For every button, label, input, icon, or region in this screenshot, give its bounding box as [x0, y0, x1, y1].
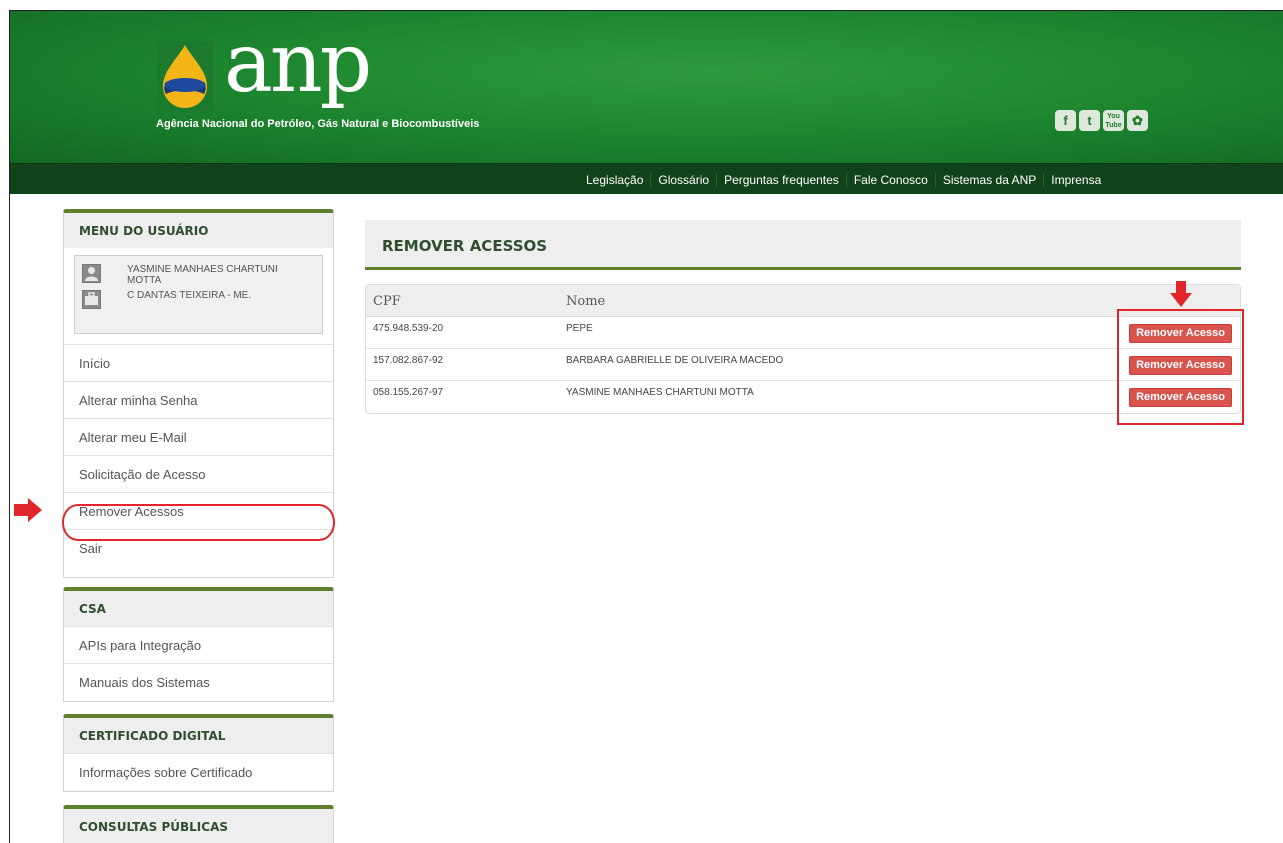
user-icon — [82, 264, 101, 283]
user-name: YASMINE MANHAES CHARTUNI MOTTA — [127, 264, 278, 286]
cell-cpf: 058.155.267-97 — [373, 387, 444, 398]
header-banner: anp Agência Nacional do Petróleo, Gás Na… — [10, 11, 1283, 163]
flickr-icon[interactable]: ✿ — [1127, 110, 1148, 131]
nav-fale-conosco[interactable]: Fale Conosco — [845, 172, 935, 187]
csa-panel: CSA APIs para Integração Manuais dos Sis… — [63, 587, 334, 702]
table-header: CPF Nome — [366, 285, 1240, 317]
nav-glossario[interactable]: Glossário — [650, 172, 716, 187]
agency-name: Agência Nacional do Petróleo, Gás Natura… — [156, 118, 480, 130]
menu-item-alterar-senha[interactable]: Alterar minha Senha — [64, 381, 333, 418]
menu-item-apis-integracao[interactable]: APIs para Integração — [64, 626, 333, 663]
consultas-panel: CONSULTAS PÚBLICAS — [63, 805, 334, 843]
table-row: 058.155.267-97 YASMINE MANHAES CHARTUNI … — [366, 381, 1240, 413]
consultas-title: CONSULTAS PÚBLICAS — [64, 809, 333, 843]
anp-logo-icon[interactable] — [157, 41, 213, 111]
csa-title: CSA — [64, 591, 333, 626]
highlight-oval-annotation — [62, 504, 335, 541]
menu-item-solicitacao-acesso[interactable]: Solicitação de Acesso — [64, 455, 333, 492]
table-row: 475.948.539-20 PEPE Remover Acesso — [366, 317, 1240, 349]
certificado-title: CERTIFICADO DIGITAL — [64, 718, 333, 753]
cell-nome: YASMINE MANHAES CHARTUNI MOTTA — [566, 387, 754, 398]
menu-item-info-certificado[interactable]: Informações sobre Certificado — [64, 753, 333, 790]
table-row: 157.082.867-92 BARBARA GABRIELLE DE OLIV… — [366, 349, 1240, 381]
highlight-box-annotation — [1117, 309, 1244, 425]
arrow-down-icon — [1170, 281, 1192, 307]
nav-perguntas-frequentes[interactable]: Perguntas frequentes — [716, 172, 846, 187]
anp-logo-text: anp — [224, 16, 372, 111]
briefcase-icon — [82, 290, 101, 309]
column-header-nome: Nome — [566, 294, 606, 309]
content-header: REMOVER ACESSOS — [365, 220, 1241, 270]
social-links: f t You Tube ✿ — [1055, 110, 1148, 131]
menu-item-alterar-email[interactable]: Alterar meu E-Mail — [64, 418, 333, 455]
access-table: CPF Nome 475.948.539-20 PEPE Remover Ace… — [365, 284, 1241, 414]
twitter-icon[interactable]: t — [1079, 110, 1100, 131]
arrow-right-icon — [14, 498, 42, 522]
page-title: REMOVER ACESSOS — [382, 237, 548, 255]
user-info-box: YASMINE MANHAES CHARTUNI MOTTA C DANTAS … — [74, 255, 323, 334]
youtube-icon[interactable]: You Tube — [1103, 110, 1124, 131]
company-name: C DANTAS TEIXEIRA - ME. — [127, 290, 252, 301]
menu-item-inicio[interactable]: Início — [64, 344, 333, 381]
cell-cpf: 157.082.867-92 — [373, 355, 444, 366]
cell-nome: BARBARA GABRIELLE DE OLIVEIRA MACEDO — [566, 355, 784, 366]
nav-legislacao[interactable]: Legislação — [586, 173, 650, 187]
cell-cpf: 475.948.539-20 — [373, 323, 444, 334]
user-menu-title: MENU DO USUÁRIO — [64, 213, 333, 248]
menu-item-manuais-sistemas[interactable]: Manuais dos Sistemas — [64, 663, 333, 700]
column-header-cpf: CPF — [373, 294, 401, 309]
cell-nome: PEPE — [566, 323, 593, 334]
nav-sistemas-da-anp[interactable]: Sistemas da ANP — [934, 172, 1043, 187]
top-navigation: Legislação Glossário Perguntas frequente… — [10, 163, 1283, 194]
certificado-panel: CERTIFICADO DIGITAL Informações sobre Ce… — [63, 714, 334, 792]
facebook-icon[interactable]: f — [1055, 110, 1076, 131]
nav-imprensa[interactable]: Imprensa — [1043, 172, 1108, 187]
page: anp Agência Nacional do Petróleo, Gás Na… — [9, 10, 1283, 843]
